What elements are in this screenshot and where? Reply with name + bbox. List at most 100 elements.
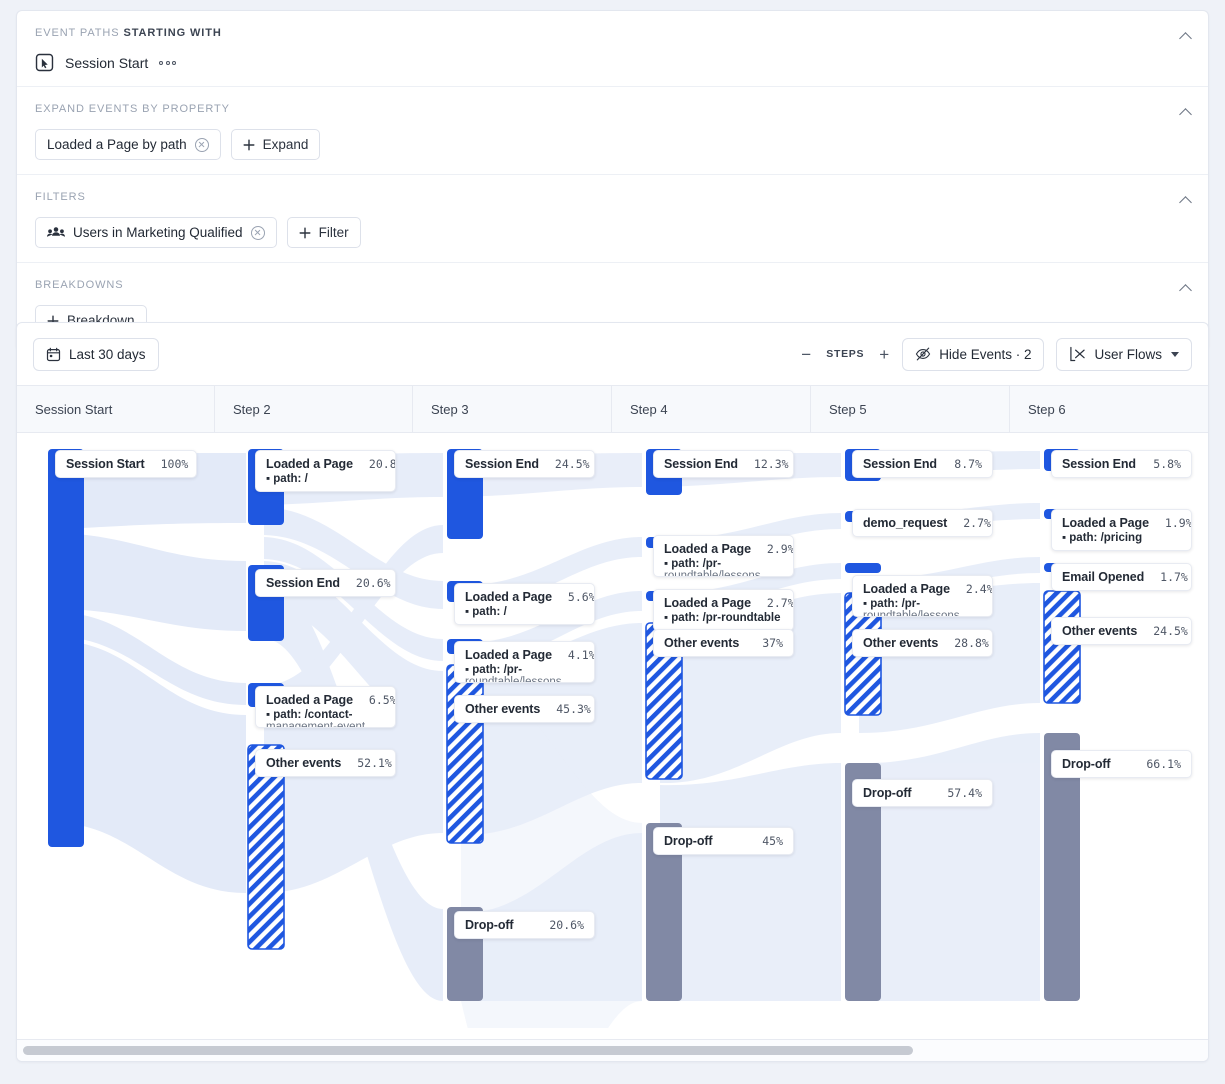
column-header-step-6[interactable]: Step 6 [1010,386,1208,432]
node-subtitle: ▪ path: /contact- [266,709,353,721]
node-sub-text: path: /pr- [870,598,921,610]
node-percent: 12.3% [753,457,789,471]
steps-control: − STEPS + [800,346,890,363]
node-card[interactable]: Drop-off 20.6% [454,911,595,939]
node-subtitle: ▪ path: /pricing [1062,532,1143,544]
steps-label: STEPS [826,348,865,360]
node-card[interactable]: Loaded a Page 4.1% ▪ path: /pr- roundtabl… [454,641,595,683]
node-card[interactable]: Session End 12.3% [653,450,794,478]
increase-steps-button[interactable]: + [878,346,890,363]
node-name: Loaded a Page [863,582,950,596]
node-card[interactable]: Other events 24.5% [1051,617,1192,645]
node-percent: 4.1% [567,648,595,662]
filter-chip-marketing-qualified[interactable]: Users in Marketing Qualified [35,217,277,248]
node-card[interactable]: Loaded a Page 20.8% ▪ path: / [255,450,396,492]
more-options-icon[interactable] [159,60,177,65]
node-card[interactable]: Loaded a Page 5.6% ▪ path: / [454,583,595,625]
add-expand-label: Expand [262,137,309,152]
node-card[interactable]: Session End 8.7% [852,450,993,478]
node-percent: 8.7% [954,457,982,471]
node-card[interactable]: Drop-off 66.1% [1051,750,1192,778]
collapse-expand-events-button[interactable] [1172,99,1198,125]
node-card[interactable]: Email Opened 1.7% [1051,563,1192,591]
collapse-breakdowns-button[interactable] [1172,275,1198,301]
node-sub-text-2: management-event [266,721,366,728]
remove-filter-icon[interactable] [250,225,265,240]
sankey-diagram: Session Start 100% Loaded a Page 20.8% ▪ p… [17,433,1208,1028]
collapse-filters-button[interactable] [1172,187,1198,213]
hide-events-button[interactable]: Hide Events · 2 [902,337,1045,371]
chart-toolbar: Last 30 days − STEPS + Hide Events · 2 U… [17,323,1208,385]
horizontal-scrollbar-thumb[interactable] [23,1046,913,1055]
node-card[interactable]: Loaded a Page 6.5% ▪ path: /contact- mana… [255,686,396,728]
node-sub-text-2: roundtable/lessons [863,610,960,617]
node-percent: 100% [160,457,189,471]
eye-off-icon [915,347,931,361]
node-percent: 37% [762,636,783,650]
node-name: Loaded a Page [664,542,751,556]
node-sub-text: path: / [273,473,308,485]
node-name: Drop-off [863,786,912,800]
node-card[interactable]: Other events 45.3% [454,695,595,723]
remove-expand-property-icon[interactable] [194,137,209,152]
node-sub-text-2: roundtable/lessons [664,570,761,577]
node-card[interactable]: demo_request 2.7% [852,509,993,537]
node-name: Session End [1062,457,1136,471]
user-flows-chart-card: Last 30 days − STEPS + Hide Events · 2 U… [16,322,1209,1062]
node-sub-text: path: /pr-roundtable [671,612,781,624]
node-percent: 1.7% [1160,570,1188,584]
node-sub-text: path: / [472,606,507,618]
node-percent: 45.3% [556,702,591,716]
node-card[interactable]: Session Start 100% [55,450,197,478]
node-percent: 5.6% [567,590,595,604]
query-config-card: EVENT PATHS STARTING WITH Session Start [16,10,1209,351]
expand-property-chip[interactable]: Loaded a Page by path [35,129,221,160]
node-card[interactable]: Other events 28.8% [852,629,993,657]
node-card[interactable]: Loaded a Page 2.9% ▪ path: /pr- roundtabl… [653,535,794,577]
column-header-step-4[interactable]: Step 4 [612,386,811,432]
column-header-step-2[interactable]: Step 2 [215,386,413,432]
horizontal-scrollbar[interactable] [17,1039,1208,1061]
node-card[interactable]: Loaded a Page 1.9% ▪ path: /pricing [1051,509,1192,551]
add-expand-button[interactable]: Expand [230,129,321,160]
node-name: Session End [266,576,340,590]
node-card[interactable]: Session End 5.8% [1051,450,1192,478]
users-group-icon [47,226,65,237]
column-header-session-start[interactable]: Session Start [17,386,215,432]
chevron-up-icon [1180,283,1191,294]
node-bars-col-0 [48,449,84,847]
view-mode-label: User Flows [1094,346,1162,362]
node-card[interactable]: Session End 24.5% [454,450,595,478]
node-bars-col-3 [645,449,683,1001]
node-name: Loaded a Page [465,648,552,662]
event-paths-event[interactable]: Session Start [35,53,177,72]
node-card[interactable]: Other events 52.1% [255,749,396,777]
add-filter-button[interactable]: Filter [286,217,361,248]
date-range-button[interactable]: Last 30 days [33,337,159,371]
section-label-expand-events: EXPAND EVENTS BY PROPERTY [35,103,230,115]
node-card[interactable]: Loaded a Page 2.7% ▪ path: /pr-roundtable [653,589,794,631]
node-name: Other events [465,702,541,716]
column-header-step-5[interactable]: Step 5 [811,386,1010,432]
node-sub-text-2: roundtable/lessons [465,676,562,683]
decrease-steps-button[interactable]: − [800,346,812,363]
node-percent: 57.4% [947,786,982,800]
calendar-icon [46,347,61,361]
sankey-svg [48,449,1081,1028]
column-header-step-3[interactable]: Step 3 [413,386,612,432]
node-card[interactable]: Drop-off 45% [653,827,794,855]
view-mode-button[interactable]: User Flows [1056,337,1192,371]
section-filters: FILTERS Users in Marketing Qualified Fil… [17,175,1208,263]
collapse-event-paths-button[interactable] [1172,23,1198,49]
node-card[interactable]: Other events 37% [653,629,794,657]
chevron-up-icon [1180,107,1191,118]
node-card[interactable]: Session End 20.6% [255,569,396,597]
node-card[interactable]: Loaded a Page 2.4% ▪ path: /pr- roundtabl… [852,575,993,617]
cursor-click-icon [35,53,54,72]
node-card[interactable]: Drop-off 57.4% [852,779,993,807]
node-percent: 2.7% [963,516,991,530]
node-subtitle: ▪ path: /pr- [863,598,921,610]
node-name: Other events [863,636,939,650]
expand-property-label: Loaded a Page by path [47,137,187,152]
node-percent: 66.1% [1146,757,1181,771]
